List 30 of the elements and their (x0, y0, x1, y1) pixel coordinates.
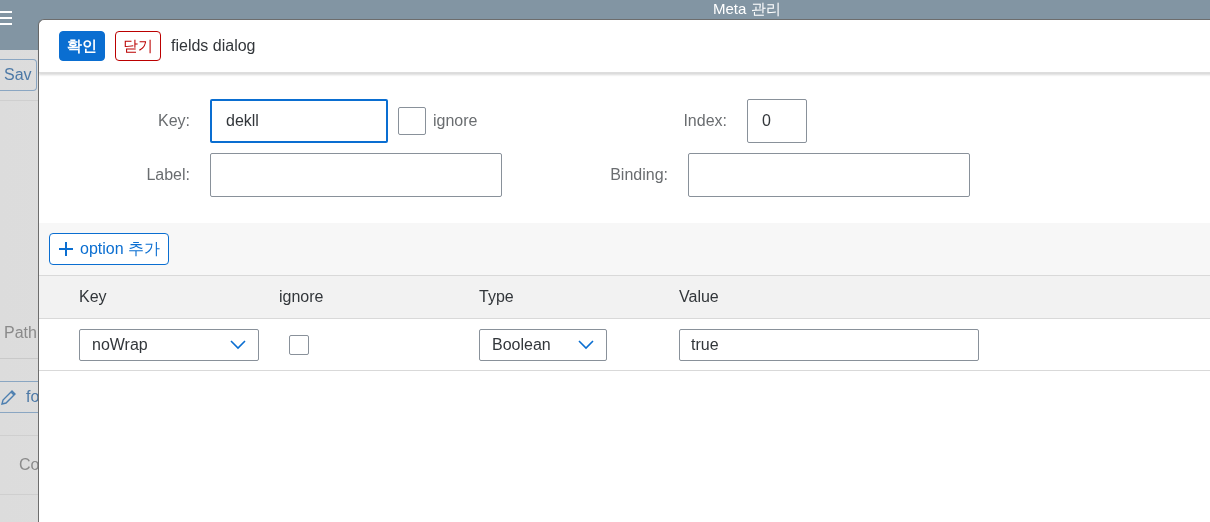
chevron-down-icon (230, 339, 246, 350)
column-header: Type (479, 288, 515, 306)
add-option-button[interactable]: option 추가 (49, 233, 170, 265)
field-label: Binding: (609, 166, 669, 184)
close-button[interactable]: 닫기 (115, 31, 161, 61)
field-label: Label: (145, 166, 191, 184)
column-header: Key (79, 288, 108, 306)
menu-icon[interactable] (0, 11, 12, 25)
input-field[interactable]: dekll (210, 99, 388, 143)
checkbox[interactable] (398, 107, 426, 135)
checkbox-label: ignore (433, 112, 478, 130)
page-title: Meta 관리 (713, 0, 781, 18)
input-field[interactable] (688, 153, 970, 197)
confirm-button[interactable]: 확인 (59, 31, 105, 61)
dropdown[interactable]: noWrap (79, 328, 259, 361)
checkbox[interactable] (289, 334, 309, 355)
field-label: Key: (157, 112, 191, 130)
dialog-title: fields dialog (171, 37, 256, 55)
plus-icon (58, 241, 74, 257)
input-field[interactable]: 0 (747, 99, 807, 143)
column-header: Value (679, 288, 720, 306)
field-label: Path (3, 324, 37, 342)
input-field[interactable]: true (679, 328, 979, 361)
field-label: Index: (682, 112, 728, 130)
pencil-icon (0, 388, 18, 406)
dropdown[interactable]: Boolean (479, 328, 607, 361)
chevron-down-icon (578, 339, 594, 350)
column-label: Co (18, 456, 40, 474)
input-field[interactable] (210, 153, 502, 197)
column-header: ignore (279, 288, 325, 306)
